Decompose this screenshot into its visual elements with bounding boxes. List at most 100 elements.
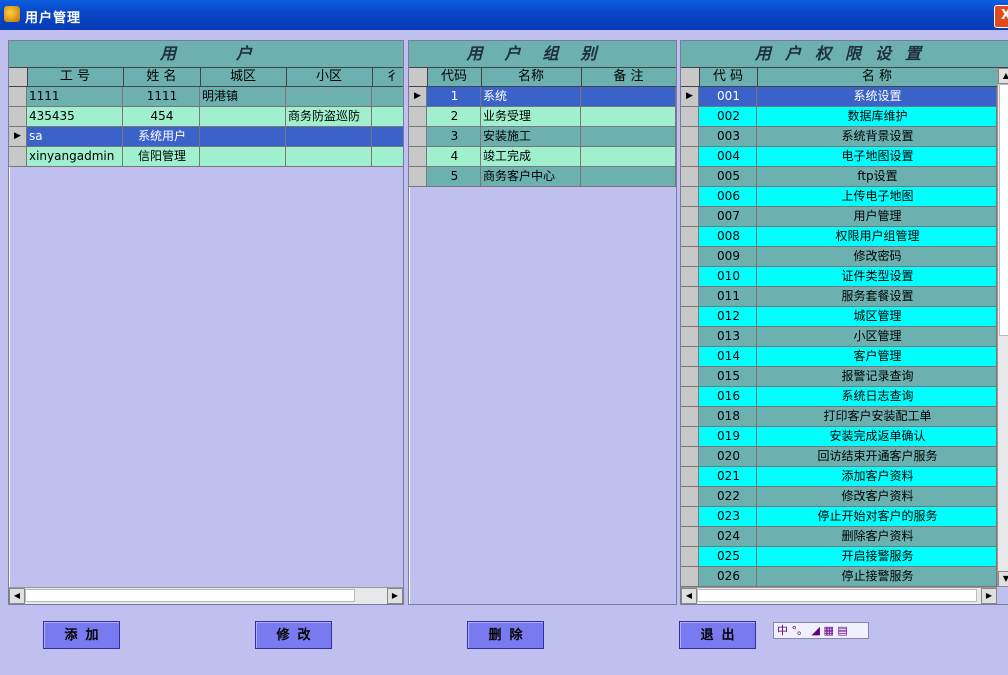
perms-grid-header: 代 码名 称: [681, 68, 998, 87]
perms-row[interactable]: 008 权限用户组管理: [681, 227, 997, 247]
perms-row[interactable]: 004 电子地图设置: [681, 147, 997, 167]
perms-vscroll-thumb[interactable]: [999, 84, 1008, 336]
perms-cell: 026: [699, 567, 757, 586]
scroll-down-arrow-icon[interactable]: ▼: [998, 571, 1008, 587]
users-cell: 1111: [27, 87, 123, 106]
perms-row[interactable]: 009 修改密码: [681, 247, 997, 267]
perms-row[interactable]: 022 修改客户资料: [681, 487, 997, 507]
perms-row[interactable]: 011 服务套餐设置: [681, 287, 997, 307]
groups-row[interactable]: 2 业务受理: [409, 107, 676, 127]
row-indicator: [681, 107, 699, 126]
groups-cell: [581, 167, 676, 186]
scroll-right-arrow-icon[interactable]: ▶: [387, 588, 403, 604]
scroll-up-arrow-icon[interactable]: ▲: [998, 68, 1008, 84]
exit-button[interactable]: 退出: [679, 621, 756, 649]
groups-col-header[interactable]: 名称: [481, 68, 582, 86]
perms-col-header[interactable]: 名 称: [757, 68, 998, 86]
users-col-header[interactable]: 小区: [286, 68, 373, 86]
perms-caption: 用户权限设置: [681, 41, 1008, 68]
perms-hscrollbar[interactable]: ◀ ▶: [681, 587, 997, 604]
perms-row[interactable]: 013 小区管理: [681, 327, 997, 347]
groups-cell: 3: [427, 127, 481, 146]
groups-cell: 业务受理: [481, 107, 581, 126]
perms-row[interactable]: 025 开启接警服务: [681, 547, 997, 567]
perms-cell: 014: [699, 347, 757, 366]
perms-row[interactable]: 005 ftp设置: [681, 167, 997, 187]
groups-row[interactable]: ▶ 1 系统: [409, 87, 676, 107]
perms-row[interactable]: 016 系统日志查询: [681, 387, 997, 407]
perms-row[interactable]: 010 证件类型设置: [681, 267, 997, 287]
row-indicator: [681, 527, 699, 546]
groups-row[interactable]: 3 安装施工: [409, 127, 676, 147]
perms-row[interactable]: 021 添加客户资料: [681, 467, 997, 487]
scroll-right-arrow-icon[interactable]: ▶: [981, 588, 997, 604]
groups-row[interactable]: 4 竣工完成: [409, 147, 676, 167]
perms-cell: 002: [699, 107, 757, 126]
perms-cell: 012: [699, 307, 757, 326]
edit-button[interactable]: 修改: [255, 621, 332, 649]
delete-button[interactable]: 删除: [467, 621, 544, 649]
perms-row[interactable]: ▶ 001 系统设置: [681, 87, 997, 107]
users-caption: 用户: [9, 41, 403, 68]
scroll-left-arrow-icon[interactable]: ◀: [681, 588, 697, 604]
perms-cell: 停止接警服务: [757, 567, 997, 586]
perms-row[interactable]: 023 停止开始对客户的服务: [681, 507, 997, 527]
row-indicator: [681, 427, 699, 446]
perms-cell: 小区管理: [757, 327, 997, 346]
add-button[interactable]: 添加: [43, 621, 120, 649]
row-indicator: ▶: [409, 87, 427, 106]
groups-row[interactable]: 5 商务客户中心: [409, 167, 676, 187]
row-indicator: [681, 447, 699, 466]
row-indicator: [681, 547, 699, 566]
row-indicator: [681, 287, 699, 306]
app-icon: [4, 6, 20, 22]
perms-cell: 003: [699, 127, 757, 146]
perms-row[interactable]: 012 城区管理: [681, 307, 997, 327]
users-row[interactable]: ▶ sa 系统用户: [9, 127, 403, 147]
row-indicator: [681, 227, 699, 246]
users-col-header[interactable]: 工 号: [27, 68, 124, 86]
perms-row[interactable]: 015 报警记录查询: [681, 367, 997, 387]
perms-row[interactable]: 006 上传电子地图: [681, 187, 997, 207]
users-row[interactable]: 11111111明港镇1: [9, 87, 403, 107]
perms-row[interactable]: 002 数据库维护: [681, 107, 997, 127]
users-col-header[interactable]: 城区: [200, 68, 287, 86]
close-button[interactable]: X: [994, 5, 1008, 28]
header-corner: [681, 68, 700, 86]
perms-cell: 报警记录查询: [757, 367, 997, 386]
groups-cell: 4: [427, 147, 481, 166]
row-indicator: [681, 507, 699, 526]
perms-row[interactable]: 020 回访结束开通客户服务: [681, 447, 997, 467]
users-cell: 明港镇: [200, 87, 286, 106]
perms-row[interactable]: 026 停止接警服务: [681, 567, 997, 587]
perms-row[interactable]: 003 系统背景设置: [681, 127, 997, 147]
perms-cell: 用户管理: [757, 207, 997, 226]
groups-panel: 用户组别 代码 名称备 注 ▶ 1 系统 2 业务受理 3 安装施工 4 竣工完成 5 商务客户中心: [408, 40, 677, 605]
perms-cell: 018: [699, 407, 757, 426]
window-title: 用户管理: [25, 11, 82, 26]
scroll-left-arrow-icon[interactable]: ◀: [9, 588, 25, 604]
perms-cell: 数据库维护: [757, 107, 997, 126]
users-cell: [372, 127, 403, 146]
users-row[interactable]: xinyangadmin 信阳管理: [9, 147, 403, 167]
perms-col-header[interactable]: 代 码: [699, 68, 758, 86]
perms-row[interactable]: 024 删除客户资料: [681, 527, 997, 547]
groups-col-header[interactable]: 代码: [427, 68, 482, 86]
ime-toolbar[interactable]: 中 °。 ◢ ▦ ▤: [773, 622, 869, 639]
perms-cell: 停止开始对客户的服务: [757, 507, 997, 526]
perms-row[interactable]: 014 客户管理: [681, 347, 997, 367]
users-col-header[interactable]: 姓 名: [123, 68, 201, 86]
groups-col-header[interactable]: 备 注: [581, 68, 676, 86]
row-indicator: [681, 207, 699, 226]
users-row[interactable]: 435435 454 商务防盗巡防: [9, 107, 403, 127]
perms-row[interactable]: 018 打印客户安装配工单: [681, 407, 997, 427]
perms-hscroll-thumb[interactable]: [697, 589, 977, 602]
perms-vscrollbar[interactable]: ▲ ▼: [997, 68, 1008, 587]
perms-row[interactable]: 007 用户管理: [681, 207, 997, 227]
users-col-header[interactable]: 彳: [372, 68, 403, 86]
users-hscrollbar[interactable]: ◀ ▶: [9, 587, 403, 604]
groups-cell: 1: [427, 87, 481, 106]
perms-panel: 用户权限设置 代 码名 称 ▶ 001 系统设置 002 数据库维护 003 系统背景设置 0…: [680, 40, 1008, 605]
users-hscroll-thumb[interactable]: [25, 589, 355, 602]
perms-row[interactable]: 019 安装完成返单确认: [681, 427, 997, 447]
